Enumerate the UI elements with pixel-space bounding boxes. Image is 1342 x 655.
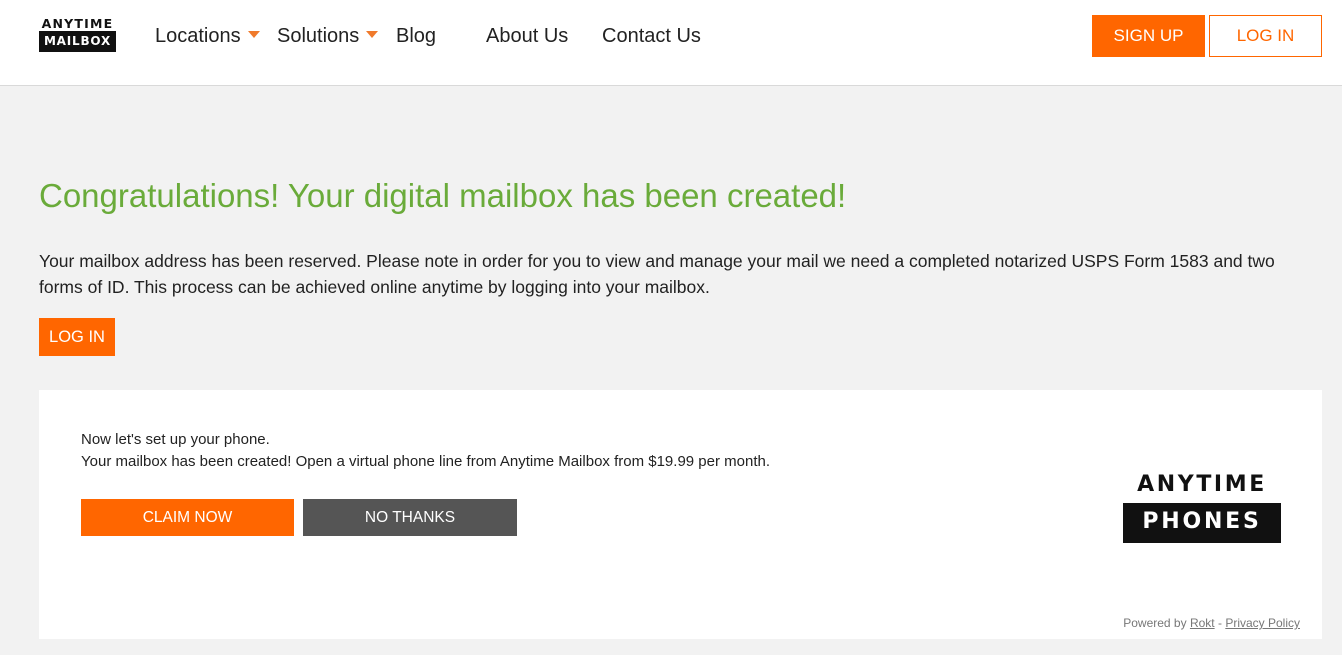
logo-text-top: ANYTIME — [41, 16, 114, 31]
footer-separator: - — [1217, 616, 1222, 630]
powered-by-label: Powered by — [1123, 616, 1187, 630]
chevron-down-icon — [366, 31, 379, 39]
nav-blog[interactable]: Blog — [396, 22, 436, 50]
nav-about-us[interactable]: About Us — [486, 22, 568, 50]
page-title: Congratulations! Your digital mailbox ha… — [39, 177, 847, 214]
phones-logo-text-bottom: PHONES — [1123, 503, 1281, 543]
claim-now-button[interactable]: CLAIM NOW — [81, 499, 294, 536]
nav-solutions-label: Solutions — [277, 25, 360, 47]
header-log-in-button[interactable]: LOG IN — [1209, 15, 1322, 57]
phones-logo-text-top: ANYTIME — [1137, 472, 1267, 497]
nav-locations-label: Locations — [155, 25, 241, 47]
anytime-mailbox-logo[interactable]: ANYTIME MAILBOX — [39, 16, 116, 52]
nav-contact-us[interactable]: Contact Us — [602, 22, 701, 50]
log-in-button[interactable]: LOG IN — [39, 318, 115, 356]
confirmation-message: Your mailbox address has been reserved. … — [39, 251, 1275, 297]
phone-offer-card: Now let's set up your phone. Your mailbo… — [39, 390, 1322, 639]
powered-by-footer: Powered by Rokt - Privacy Policy — [1123, 615, 1300, 631]
privacy-policy-link[interactable]: Privacy Policy — [1225, 616, 1300, 630]
chevron-down-icon — [247, 31, 260, 39]
site-header: ANYTIME MAILBOX Locations Solutions Blog… — [0, 0, 1342, 86]
rokt-link[interactable]: Rokt — [1190, 616, 1215, 630]
anytime-phones-logo: ANYTIME PHONES — [1123, 472, 1281, 543]
sign-up-button[interactable]: SIGN UP — [1092, 15, 1205, 57]
no-thanks-button[interactable]: NO THANKS — [303, 499, 517, 536]
logo-text-bottom: MAILBOX — [39, 31, 116, 52]
offer-heading: Now let's set up your phone. — [81, 431, 270, 448]
offer-description: Your mailbox has been created! Open a vi… — [81, 453, 770, 470]
nav-solutions[interactable]: Solutions — [277, 22, 379, 50]
nav-locations[interactable]: Locations — [155, 22, 260, 50]
